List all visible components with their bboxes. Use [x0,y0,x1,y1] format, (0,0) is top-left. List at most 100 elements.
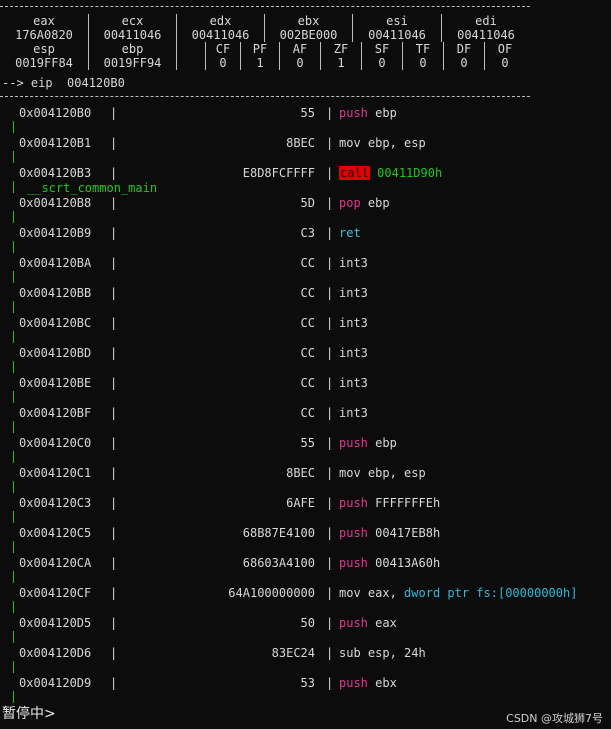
disasm-mnemonic: sub [339,646,361,660]
reg-name-esp: esp [33,42,55,56]
disasm-row[interactable]: 0x004120BA | CC | int3 [0,255,611,285]
symbol-label: __scrt_common_main [27,181,158,195]
disasm-instruction: push 00413A60h [339,556,440,570]
disasm-address: 0x004120B3 [19,166,92,180]
column-separator: | [110,466,118,480]
disasm-mnemonic: mov [339,586,361,600]
column-separator: | [326,226,334,240]
column-separator: | [326,526,334,540]
disasm-instruction: mov ebp, esp [339,136,426,150]
reg-value-esp: 0019FF84 [15,56,73,70]
disasm-instruction: push ebp [339,436,397,450]
column-separator: | [110,526,118,540]
disasm-address: 0x004120CF [19,586,92,600]
reg-value-ecx: 00411046 [88,28,177,42]
disasm-bytes: CC [300,286,315,300]
flag-spacer [176,42,206,56]
flag-value-af: 0 [279,56,321,70]
disasm-operand: FFFFFFFEh [375,496,441,510]
disasm-address: 0x004120C1 [19,466,92,480]
disasm-mnemonic: mov [339,466,361,480]
disasm-bytes: 68603A4100 [242,556,315,570]
flag-name-df: DF [443,42,485,56]
flow-marker [13,661,14,673]
flow-marker [13,331,14,343]
disasm-row[interactable]: 0x004120B8 | 5D | pop ebp [0,195,611,225]
disasm-instruction: int3 [339,256,368,270]
column-separator: | [110,646,118,660]
column-separator: | [326,166,334,180]
flag-name-tf: TF [402,42,444,56]
column-separator: | [326,646,334,660]
disasm-operand: ebp [375,106,397,120]
flag-value-zf: 1 [320,56,362,70]
register-flag-table: esp ebp CF PF AF ZF SF TF DF OF 0019FF84… [0,42,525,70]
flow-marker [13,271,14,283]
flow-marker [13,571,14,583]
disasm-row[interactable]: 0x004120BD | CC | int3 [0,345,611,375]
flag-spacer-value [176,56,206,70]
disasm-row[interactable]: 0x004120C1 | 8BEC | mov ebp, esp [0,465,611,495]
disasm-row[interactable]: 0x004120B9 | C3 | ret [0,225,611,255]
disasm-mnemonic: push [339,436,368,450]
disasm-row[interactable]: 0x004120CF | 64A100000000 | mov eax, dword p… [0,585,611,615]
column-separator: | [326,406,334,420]
flag-name-of: OF [484,42,525,56]
reg-value-eax: 176A0820 [15,28,73,42]
disasm-bytes: 64A100000000 [228,586,315,600]
disasm-address: 0x004120B8 [19,196,92,210]
disasm-row[interactable]: 0x004120D5 | 50 | push eax [0,615,611,645]
column-separator: | [326,466,334,480]
flow-marker [13,541,14,553]
disasm-operand: eax [375,616,397,630]
disasm-bytes: CC [300,346,315,360]
flow-marker [13,601,14,613]
reg-name-edx: edx [176,14,265,28]
disasm-instruction: ret [339,226,361,240]
disasm-row[interactable]: 0x004120B1 | 8BEC | mov ebp, esp [0,135,611,165]
disasm-operand: esp, 24h [367,646,426,660]
column-separator: | [326,376,334,390]
reg-name-eax: eax [33,14,55,28]
column-separator: | [110,346,118,360]
disasm-row[interactable]: 0x004120D6 | 83EC24 | sub esp, 24h [0,645,611,675]
flow-marker [13,511,14,523]
disasm-bytes: 6AFE [286,496,315,510]
disasm-instruction: int3 [339,316,368,330]
disasm-address: 0x004120BC [19,316,92,330]
column-separator: | [326,556,334,570]
disasm-address: 0x004120B9 [19,226,92,240]
reg-value-ebx: 002BE000 [264,28,353,42]
reg-name-ebp: ebp [88,42,177,56]
status-prompt: 暂停中> [2,706,56,722]
disasm-row[interactable]: 0x004120B0 | 55 | push ebp [0,105,611,135]
disasm-row[interactable]: 0x004120C0 | 55 | push ebp [0,435,611,465]
disasm-row[interactable]: 0x004120C5 | 68B87E4100 | push 00417EB8h [0,525,611,555]
disasm-row[interactable]: 0x004120D9 | 53 | push ebx [0,675,611,705]
flow-marker [13,151,14,163]
flow-marker [13,451,14,463]
disasm-row[interactable]: 0x004120CA | 68603A4100 | push 00413A60h [0,555,611,585]
disasm-bytes: 53 [300,676,315,690]
disasm-row[interactable]: 0x004120BE | CC | int3 [0,375,611,405]
reg-value-esi: 00411046 [352,28,442,42]
disasm-bytes: 50 [300,616,315,630]
flow-marker [13,361,14,373]
disasm-row[interactable]: 0x004120C3 | 6AFE | push FFFFFFFEh [0,495,611,525]
flow-marker [13,211,14,223]
column-separator: | [110,616,118,630]
disasm-bytes: E8D8FCFFFF [242,166,315,180]
disasm-address: 0x004120BD [19,346,92,360]
disasm-row[interactable]: 0x004120BF | CC | int3 [0,405,611,435]
column-separator: | [110,676,118,690]
disasm-address: 0x004120C3 [19,496,92,510]
column-separator: | [326,496,334,510]
disasm-mnemonic: pop [339,196,361,210]
disasm-operand: ebp [367,196,390,210]
disasm-mnemonic: int3 [339,376,368,390]
disasm-row[interactable]: 0x004120BC | CC | int3 [0,315,611,345]
disasm-operand: ebp, esp [367,136,426,150]
disasm-row[interactable]: 0x004120BB | CC | int3 [0,285,611,315]
disasm-operand: ebp [375,436,397,450]
disasm-instruction: call 00411D90h [339,166,442,180]
